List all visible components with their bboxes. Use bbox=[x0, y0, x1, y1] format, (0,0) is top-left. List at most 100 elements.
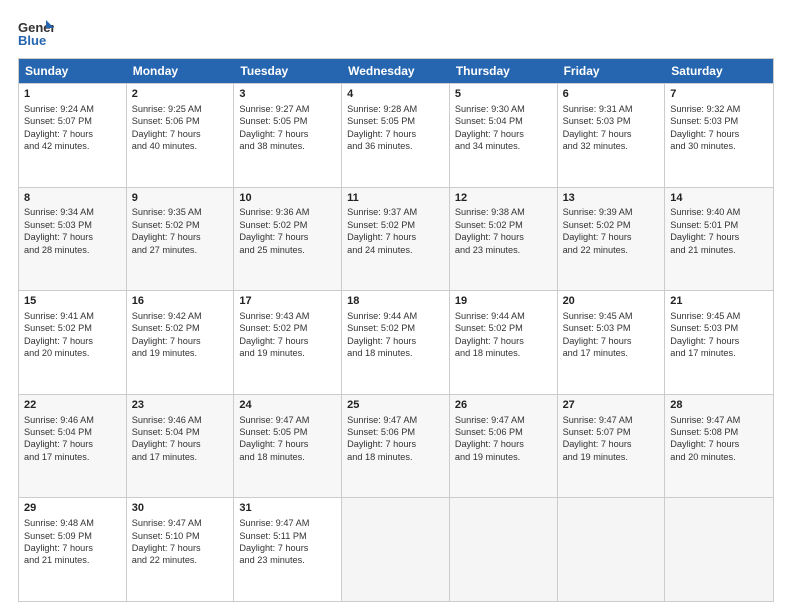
day-info: Sunset: 5:11 PM bbox=[239, 530, 336, 542]
day-info: Sunrise: 9:31 AM bbox=[563, 103, 660, 115]
page: General Blue SundayMondayTuesdayWednesda… bbox=[0, 0, 792, 612]
day-info: Sunset: 5:02 PM bbox=[563, 219, 660, 231]
day-info: Daylight: 7 hours bbox=[132, 438, 229, 450]
calendar: SundayMondayTuesdayWednesdayThursdayFrid… bbox=[18, 58, 774, 602]
day-info: Daylight: 7 hours bbox=[670, 335, 768, 347]
calendar-cell: 18Sunrise: 9:44 AMSunset: 5:02 PMDayligh… bbox=[342, 291, 450, 394]
day-info: and 22 minutes. bbox=[563, 244, 660, 256]
day-info: Sunrise: 9:41 AM bbox=[24, 310, 121, 322]
day-info: and 19 minutes. bbox=[132, 347, 229, 359]
day-info: Sunset: 5:03 PM bbox=[24, 219, 121, 231]
day-info: Daylight: 7 hours bbox=[347, 335, 444, 347]
day-info: Daylight: 7 hours bbox=[239, 231, 336, 243]
day-info: and 21 minutes. bbox=[670, 244, 768, 256]
day-info: Sunset: 5:07 PM bbox=[563, 426, 660, 438]
calendar-cell: 2Sunrise: 9:25 AMSunset: 5:06 PMDaylight… bbox=[127, 84, 235, 187]
day-info: and 20 minutes. bbox=[670, 451, 768, 463]
day-info: Sunrise: 9:39 AM bbox=[563, 206, 660, 218]
day-number: 3 bbox=[239, 87, 336, 102]
day-info: Sunset: 5:02 PM bbox=[455, 322, 552, 334]
day-info: and 22 minutes. bbox=[132, 554, 229, 566]
day-info: Sunrise: 9:46 AM bbox=[24, 414, 121, 426]
calendar-cell: 26Sunrise: 9:47 AMSunset: 5:06 PMDayligh… bbox=[450, 395, 558, 498]
day-info: Daylight: 7 hours bbox=[24, 231, 121, 243]
day-info: and 21 minutes. bbox=[24, 554, 121, 566]
day-info: Daylight: 7 hours bbox=[24, 335, 121, 347]
calendar-cell: 28Sunrise: 9:47 AMSunset: 5:08 PMDayligh… bbox=[665, 395, 773, 498]
day-number: 13 bbox=[563, 191, 660, 206]
day-info: Daylight: 7 hours bbox=[347, 231, 444, 243]
calendar-cell: 7Sunrise: 9:32 AMSunset: 5:03 PMDaylight… bbox=[665, 84, 773, 187]
day-info: Sunset: 5:03 PM bbox=[670, 115, 768, 127]
day-info: Sunset: 5:05 PM bbox=[239, 426, 336, 438]
calendar-cell: 23Sunrise: 9:46 AMSunset: 5:04 PMDayligh… bbox=[127, 395, 235, 498]
day-info: Sunset: 5:03 PM bbox=[563, 115, 660, 127]
day-info: Sunset: 5:04 PM bbox=[132, 426, 229, 438]
svg-text:Blue: Blue bbox=[18, 33, 46, 48]
day-number: 22 bbox=[24, 398, 121, 413]
calendar-cell: 13Sunrise: 9:39 AMSunset: 5:02 PMDayligh… bbox=[558, 188, 666, 291]
calendar-row: 15Sunrise: 9:41 AMSunset: 5:02 PMDayligh… bbox=[19, 290, 773, 394]
day-info: Sunset: 5:05 PM bbox=[239, 115, 336, 127]
day-info: Sunrise: 9:47 AM bbox=[563, 414, 660, 426]
weekday-header: Saturday bbox=[665, 59, 773, 83]
day-info: and 18 minutes. bbox=[455, 347, 552, 359]
day-info: Sunrise: 9:45 AM bbox=[563, 310, 660, 322]
calendar-cell: 10Sunrise: 9:36 AMSunset: 5:02 PMDayligh… bbox=[234, 188, 342, 291]
day-info: Sunset: 5:02 PM bbox=[239, 322, 336, 334]
day-info: and 18 minutes. bbox=[347, 347, 444, 359]
calendar-cell: 29Sunrise: 9:48 AMSunset: 5:09 PMDayligh… bbox=[19, 498, 127, 601]
day-info: Sunset: 5:06 PM bbox=[455, 426, 552, 438]
calendar-row: 22Sunrise: 9:46 AMSunset: 5:04 PMDayligh… bbox=[19, 394, 773, 498]
weekday-header: Friday bbox=[558, 59, 666, 83]
day-info: Sunset: 5:09 PM bbox=[24, 530, 121, 542]
day-number: 2 bbox=[132, 87, 229, 102]
day-info: Sunrise: 9:47 AM bbox=[347, 414, 444, 426]
day-info: Sunset: 5:02 PM bbox=[132, 322, 229, 334]
day-info: Sunrise: 9:34 AM bbox=[24, 206, 121, 218]
weekday-header: Wednesday bbox=[342, 59, 450, 83]
day-info: Daylight: 7 hours bbox=[132, 335, 229, 347]
day-info: and 23 minutes. bbox=[455, 244, 552, 256]
day-info: and 30 minutes. bbox=[670, 140, 768, 152]
day-info: and 24 minutes. bbox=[347, 244, 444, 256]
day-number: 10 bbox=[239, 191, 336, 206]
calendar-cell: 25Sunrise: 9:47 AMSunset: 5:06 PMDayligh… bbox=[342, 395, 450, 498]
calendar-cell: 16Sunrise: 9:42 AMSunset: 5:02 PMDayligh… bbox=[127, 291, 235, 394]
day-info: Daylight: 7 hours bbox=[563, 335, 660, 347]
day-info: Daylight: 7 hours bbox=[132, 542, 229, 554]
day-number: 5 bbox=[455, 87, 552, 102]
day-info: and 34 minutes. bbox=[455, 140, 552, 152]
day-info: Sunrise: 9:47 AM bbox=[455, 414, 552, 426]
calendar-row: 8Sunrise: 9:34 AMSunset: 5:03 PMDaylight… bbox=[19, 187, 773, 291]
calendar-cell: 30Sunrise: 9:47 AMSunset: 5:10 PMDayligh… bbox=[127, 498, 235, 601]
calendar-cell: 31Sunrise: 9:47 AMSunset: 5:11 PMDayligh… bbox=[234, 498, 342, 601]
day-info: and 18 minutes. bbox=[239, 451, 336, 463]
header: General Blue bbox=[18, 18, 774, 48]
day-info: Daylight: 7 hours bbox=[24, 128, 121, 140]
day-number: 16 bbox=[132, 294, 229, 309]
day-info: Daylight: 7 hours bbox=[132, 128, 229, 140]
calendar-row: 29Sunrise: 9:48 AMSunset: 5:09 PMDayligh… bbox=[19, 497, 773, 601]
weekday-header: Tuesday bbox=[234, 59, 342, 83]
day-info: Sunrise: 9:47 AM bbox=[132, 517, 229, 529]
day-info: Sunrise: 9:47 AM bbox=[239, 414, 336, 426]
day-info: Sunrise: 9:32 AM bbox=[670, 103, 768, 115]
day-info: and 17 minutes. bbox=[670, 347, 768, 359]
calendar-cell: 12Sunrise: 9:38 AMSunset: 5:02 PMDayligh… bbox=[450, 188, 558, 291]
day-info: Sunrise: 9:37 AM bbox=[347, 206, 444, 218]
day-info: and 40 minutes. bbox=[132, 140, 229, 152]
day-number: 30 bbox=[132, 501, 229, 516]
day-info: and 38 minutes. bbox=[239, 140, 336, 152]
day-number: 27 bbox=[563, 398, 660, 413]
day-info: and 23 minutes. bbox=[239, 554, 336, 566]
day-info: and 36 minutes. bbox=[347, 140, 444, 152]
day-info: Sunrise: 9:27 AM bbox=[239, 103, 336, 115]
day-info: Sunset: 5:03 PM bbox=[563, 322, 660, 334]
day-info: and 17 minutes. bbox=[24, 451, 121, 463]
day-info: Sunrise: 9:46 AM bbox=[132, 414, 229, 426]
day-info: Daylight: 7 hours bbox=[239, 438, 336, 450]
day-info: and 19 minutes. bbox=[563, 451, 660, 463]
calendar-cell: 8Sunrise: 9:34 AMSunset: 5:03 PMDaylight… bbox=[19, 188, 127, 291]
day-info: Sunset: 5:01 PM bbox=[670, 219, 768, 231]
